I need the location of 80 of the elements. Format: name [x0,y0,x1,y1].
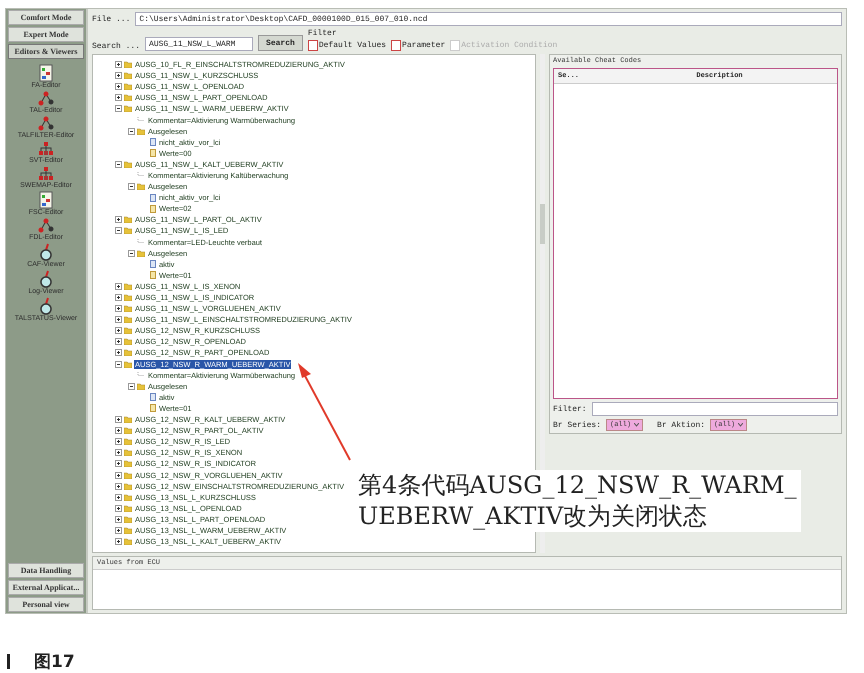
chevron-icon [634,423,640,427]
tree-line-icon [137,116,145,124]
filter-title: Filter [308,29,338,38]
collapse-icon[interactable] [128,250,135,257]
expand-icon[interactable] [115,349,122,356]
expand-icon[interactable] [115,494,122,501]
value-icon [150,204,156,213]
collapse-icon[interactable] [128,382,135,390]
expand-icon[interactable] [115,482,122,490]
filter-field[interactable] [592,402,838,416]
mode-button[interactable]: Expert Mode [8,27,84,42]
collapse-icon[interactable] [115,105,122,112]
collapse-icon[interactable] [115,160,122,168]
document-icon [150,260,156,268]
expand-icon[interactable] [115,438,122,446]
expand-icon[interactable] [115,449,122,456]
mode-button[interactable]: Editors & Viewers [8,44,84,59]
expand-icon[interactable] [115,427,122,434]
collapse-icon[interactable] [115,360,122,368]
collapse-icon[interactable] [128,183,135,190]
tree-line-icon [137,372,145,379]
expand-icon[interactable] [115,294,122,302]
expand-icon[interactable] [115,94,122,102]
expand-icon[interactable] [115,526,122,534]
magnifier-icon [39,297,53,315]
file-label: File ... [92,14,130,24]
selector-label: Br Aktion: [657,420,706,430]
value-icon [150,404,156,412]
folder-icon [137,382,145,390]
expand-icon[interactable] [115,338,122,346]
selector-label: Br Series: [553,420,602,430]
network-icon [38,116,54,132]
expand-icon[interactable] [115,61,122,68]
expand-icon[interactable] [115,460,122,468]
expand-icon[interactable] [115,516,122,523]
search-label: Search ... [92,42,140,51]
magnifier-icon [39,270,53,288]
collapse-icon[interactable] [115,227,122,234]
spreadsheet-icon [39,191,53,209]
folder-icon [137,250,145,257]
spreadsheet-icon [39,64,53,82]
chevron-icon [738,423,744,427]
folder-icon [137,183,145,190]
folder-icon [137,128,145,135]
magnifier-icon [38,243,53,261]
expand-icon[interactable] [115,316,122,324]
hierarchy-icon [38,166,54,182]
expand-icon[interactable] [115,472,122,479]
expand-icon[interactable] [115,216,122,224]
filter-checkbox[interactable]: Parameter [391,40,446,51]
expand-icon[interactable] [115,416,122,424]
figure-caption: 图17 [34,651,75,673]
search-button[interactable]: Search [258,35,303,51]
expand-icon[interactable] [115,305,122,312]
file-path-field[interactable]: C:\Users\Administrator\Desktop\CAFD_0000100D_015_007_010.ncd [135,12,842,26]
network-icon [38,91,54,107]
tree-line-icon [137,238,145,246]
document-icon [150,138,156,146]
search-field[interactable]: AUSG_11_NSW_L_WARM [145,37,254,51]
hierarchy-icon [38,141,54,157]
section-button[interactable]: Data Handling [8,563,84,578]
network-icon [38,218,54,234]
expand-icon[interactable] [115,327,122,334]
section-button[interactable]: External Applicat... [8,580,84,595]
document-icon [150,393,156,402]
expand-icon[interactable] [115,282,122,290]
value-icon [150,271,156,280]
collapse-icon[interactable] [128,128,135,135]
tree-line-icon [137,172,145,179]
filter-checkbox[interactable]: Default Values [308,40,386,51]
expand-icon[interactable] [115,538,122,546]
document-icon [150,194,156,202]
section-button[interactable]: Personal view [8,597,84,612]
expand-icon[interactable] [115,83,122,90]
expand-icon[interactable] [115,72,122,80]
folder-icon [124,160,132,168]
value-icon [150,149,156,158]
expand-icon[interactable] [115,504,122,512]
filter-label: Filter: [553,404,587,414]
mode-button[interactable]: Comfort Mode [8,10,84,25]
